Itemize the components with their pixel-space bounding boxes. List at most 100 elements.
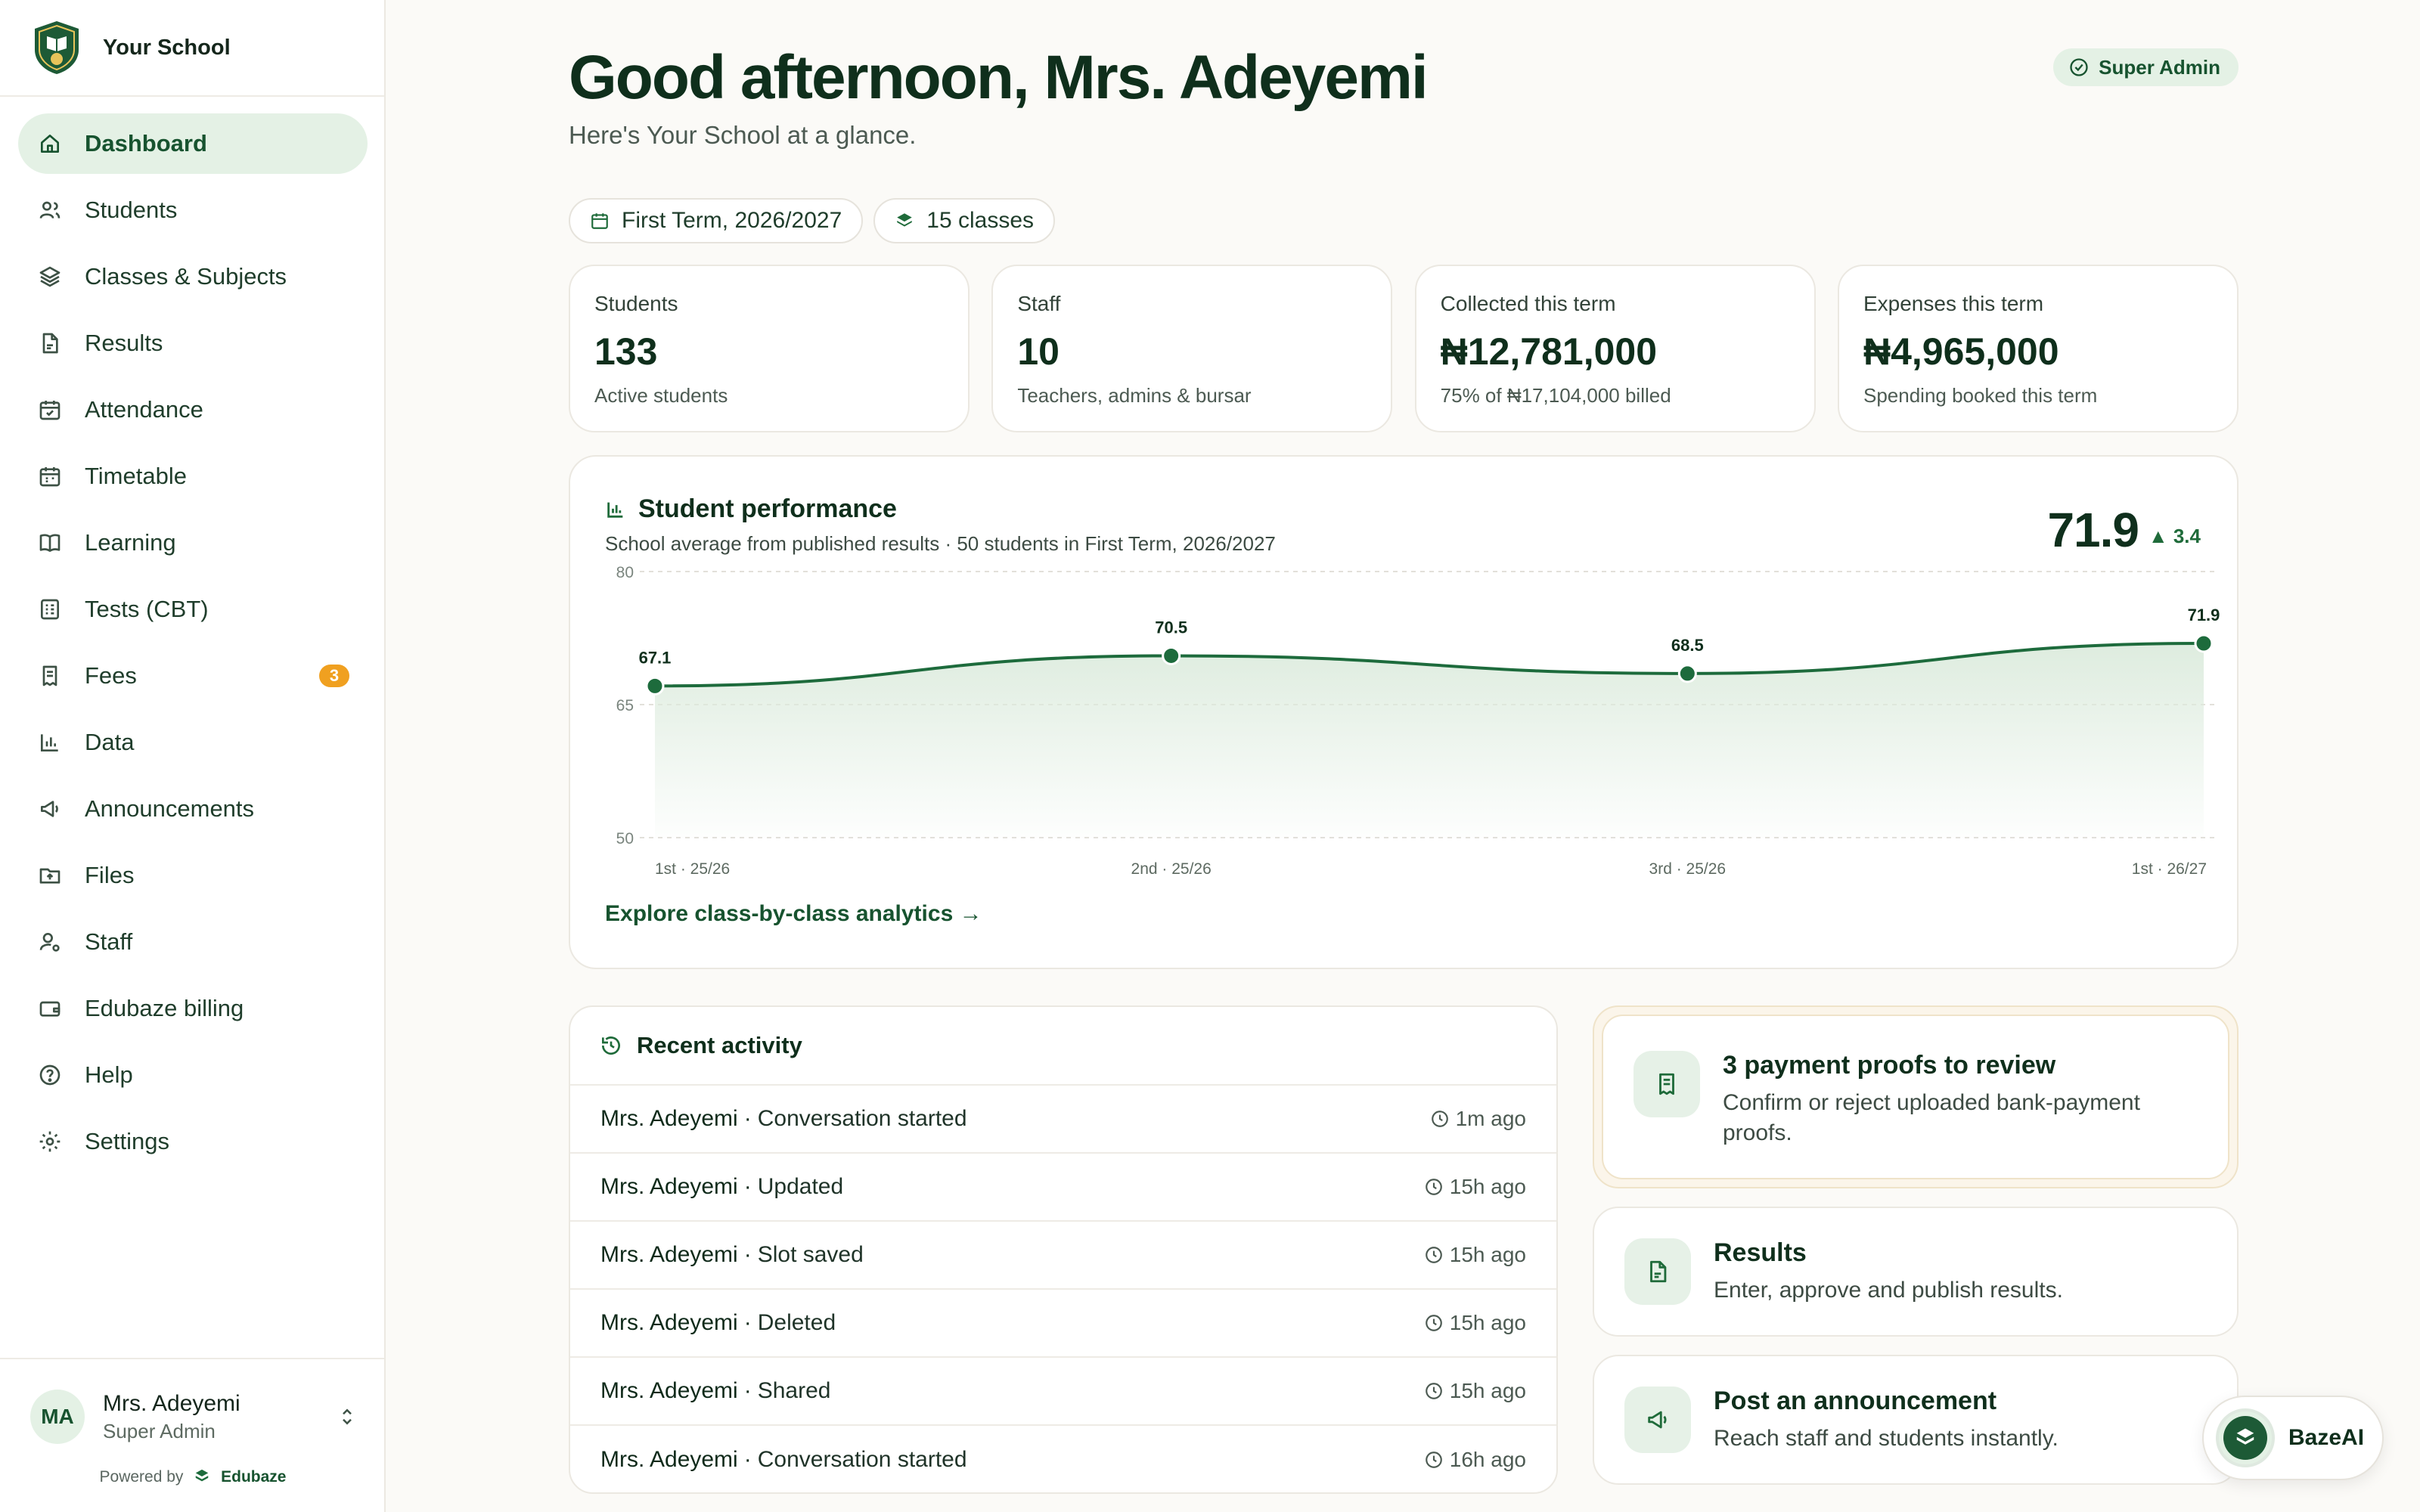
powered-by: Powered by Edubaze [0, 1468, 386, 1486]
stats-row: Students 133 Active students Staff 10 Te… [569, 265, 2238, 432]
sidebar-item-timetable[interactable]: Timetable [18, 446, 368, 507]
chevron-up-down-icon[interactable] [336, 1405, 358, 1429]
activity-action: Conversation started [757, 1106, 967, 1131]
activity-actor: Mrs. Adeyemi [600, 1310, 738, 1335]
brand[interactable]: Your School [32, 20, 231, 76]
separator-dot: · [743, 1378, 752, 1403]
sidebar-item-files[interactable]: Files [18, 845, 368, 906]
performance-subtitle: School average from published results · … [605, 532, 1276, 555]
card-title: 3 payment proofs to review [1723, 1051, 2056, 1080]
activity-time: 16h ago [1424, 1448, 1526, 1472]
card-text: Results Enter, approve and publish resul… [1714, 1238, 2063, 1306]
recent-activity-header: Recent activity [570, 1007, 1556, 1086]
sidebar-item-learning[interactable]: Learning [18, 513, 368, 573]
user-cog-icon [38, 930, 62, 954]
user-menu[interactable]: MA Mrs. Adeyemi Super Admin [30, 1387, 363, 1447]
activity-action: Shared [757, 1378, 831, 1403]
activity-action: Updated [757, 1174, 844, 1199]
recent-activity-card: Recent activity Mrs. Adeyemi · Conversatio… [569, 1005, 1558, 1494]
sidebar: Your School Dashboard Students Classes &… [0, 0, 386, 1512]
sidebar-item-classes-subjects[interactable]: Classes & Subjects [18, 246, 368, 307]
activity-action: Conversation started [757, 1447, 967, 1472]
sidebar-item-settings[interactable]: Settings [18, 1111, 368, 1172]
stat-card-expenses[interactable]: Expenses this term ₦4,965,000 Spending b… [1837, 265, 2238, 432]
activity-time-label: 15h ago [1449, 1243, 1526, 1266]
sidebar-item-tests-cbt[interactable]: Tests (CBT) [18, 579, 368, 640]
stat-card-staff[interactable]: Staff 10 Teachers, admins & bursar [991, 265, 1393, 432]
analytics-link[interactable]: Explore class-by-class analytics → [605, 901, 982, 927]
sidebar-item-label: Learning [85, 529, 176, 556]
performance-current-value: 71.9 [2047, 503, 2139, 557]
sidebar-item-edubaze-billing[interactable]: Edubaze billing [18, 978, 368, 1039]
x-tick-label: 2nd · 25/26 [1131, 860, 1212, 878]
activity-row[interactable]: Mrs. Adeyemi · Shared 15h ago [570, 1358, 1556, 1426]
powered-by-prefix: Powered by [99, 1468, 184, 1486]
card-text: Post an announcement Reach staff and stu… [1714, 1387, 2059, 1454]
classes-chip[interactable]: 15 classes [873, 198, 1056, 243]
data-point[interactable] [1677, 664, 1697, 683]
sidebar-item-help[interactable]: Help [18, 1045, 368, 1105]
sidebar-item-fees[interactable]: Fees 3 [18, 646, 368, 706]
role-badge: Super Admin [2053, 48, 2238, 86]
activity-row[interactable]: Mrs. Adeyemi · Conversation started 16h ago [570, 1426, 1556, 1492]
stat-card-students[interactable]: Students 133 Active students [569, 265, 970, 432]
bazeai-assistant-button[interactable]: BazeAI [2202, 1396, 2384, 1480]
history-icon [601, 1036, 620, 1055]
sidebar-item-label: Attendance [85, 396, 203, 423]
card-text: 3 payment proofs to review Confirm or re… [1723, 1051, 2198, 1148]
stat-value: 133 [594, 330, 658, 373]
activity-list: Mrs. Adeyemi · Conversation started 1m ago M… [570, 1086, 1556, 1492]
stat-card-collected[interactable]: Collected this term ₦12,781,000 75% of ₦… [1414, 265, 1816, 432]
recent-activity-title: Recent activity [637, 1032, 802, 1058]
stat-note: 75% of ₦17,104,000 billed [1440, 384, 1671, 407]
powered-by-brand[interactable]: Edubaze [221, 1468, 286, 1486]
sidebar-item-results[interactable]: Results [18, 313, 368, 373]
sidebar-item-students[interactable]: Students [18, 180, 368, 240]
sidebar-item-announcements[interactable]: Announcements [18, 779, 368, 839]
context-chips: First Term, 2026/2027 15 classes [569, 198, 1066, 243]
sidebar-item-attendance[interactable]: Attendance [18, 380, 368, 440]
sidebar-item-label: Announcements [85, 795, 255, 822]
term-chip-label: First Term, 2026/2027 [622, 208, 842, 233]
payment-proofs-card[interactable]: 3 payment proofs to review Confirm or re… [1593, 1005, 2238, 1188]
clock-icon [1425, 1179, 1442, 1195]
card-title: Results [1714, 1238, 1807, 1267]
activity-row[interactable]: Mrs. Adeyemi · Slot saved 15h ago [570, 1222, 1556, 1290]
results-card[interactable]: Results Enter, approve and publish resul… [1593, 1207, 2238, 1337]
user-info: Mrs. Adeyemi Super Admin [103, 1391, 240, 1443]
activity-actor: Mrs. Adeyemi [600, 1378, 738, 1403]
activity-row[interactable]: Mrs. Adeyemi · Deleted 15h ago [570, 1290, 1556, 1358]
stat-label: Expenses this term [1863, 292, 2044, 315]
stat-label: Collected this term [1440, 292, 1616, 315]
sidebar-item-staff[interactable]: Staff [18, 912, 368, 972]
performance-title: Student performance [605, 494, 897, 524]
receipt-icon [1634, 1051, 1700, 1117]
activity-actor: Mrs. Adeyemi [600, 1242, 738, 1267]
bazeai-logo [2216, 1408, 2275, 1467]
data-point[interactable] [645, 676, 665, 696]
book-icon [38, 531, 62, 555]
document-icon [38, 331, 62, 355]
data-point[interactable] [1162, 646, 1181, 665]
bazeai-label: BazeAI [2288, 1425, 2365, 1450]
activity-action: Deleted [757, 1310, 836, 1335]
sidebar-item-label: Classes & Subjects [85, 263, 287, 290]
activity-time: 15h ago [1424, 1175, 1526, 1199]
activity-row[interactable]: Mrs. Adeyemi · Updated 15h ago [570, 1154, 1556, 1222]
data-point[interactable] [2194, 634, 2214, 653]
megaphone-icon [38, 797, 62, 821]
sidebar-item-data[interactable]: Data [18, 712, 368, 773]
sidebar-item-label: Dashboard [85, 130, 207, 156]
announcement-card[interactable]: Post an announcement Reach staff and stu… [1593, 1355, 2238, 1485]
sidebar-item-label: Timetable [85, 463, 187, 489]
folder-icon [38, 863, 62, 888]
clock-icon [1425, 1315, 1442, 1331]
activity-row[interactable]: Mrs. Adeyemi · Conversation started 1m ago [570, 1086, 1556, 1154]
term-chip[interactable]: First Term, 2026/2027 [569, 198, 864, 243]
activity-time: 1m ago [1430, 1107, 1526, 1131]
check-circle-icon [2070, 58, 2088, 76]
sidebar-item-dashboard[interactable]: Dashboard [18, 113, 368, 174]
users-icon [38, 198, 62, 222]
sidebar-item-label: Results [85, 330, 163, 356]
separator-dot: · [743, 1106, 752, 1131]
